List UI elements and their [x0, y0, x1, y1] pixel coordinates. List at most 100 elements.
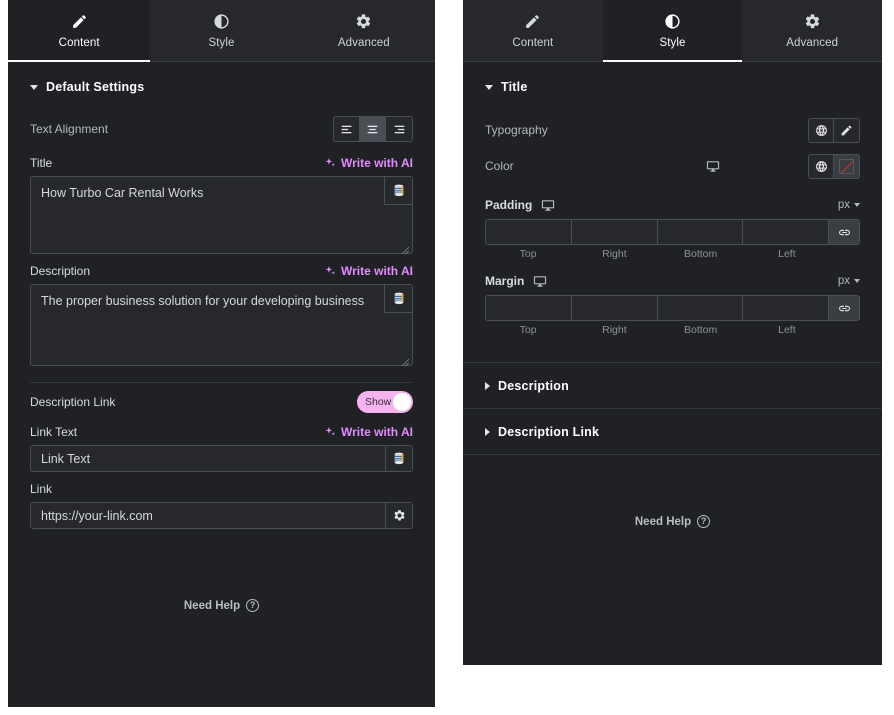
globe-icon: [815, 124, 827, 136]
section-description-link[interactable]: Description Link: [463, 409, 882, 455]
description-ai-label: Write with AI: [341, 264, 413, 278]
margin-bottom-input[interactable]: [657, 296, 743, 320]
link-text-write-with-ai-button[interactable]: Write with AI: [324, 425, 413, 439]
tab-style[interactable]: Style: [150, 0, 293, 61]
description-textarea[interactable]: [31, 285, 412, 365]
link-text-label-row: Link Text Write with AI: [30, 425, 413, 439]
margin-top-input[interactable]: [486, 296, 571, 320]
section-description-title: Description: [498, 378, 569, 393]
padding-link-values-button[interactable]: [829, 220, 859, 244]
padding-inputs: [485, 219, 860, 245]
color-swatch-button[interactable]: [834, 154, 859, 178]
text-alignment-buttons: [333, 116, 413, 142]
description-dynamic-tags-button[interactable]: [384, 285, 412, 313]
padding-left-input[interactable]: [743, 220, 828, 244]
link-text-ai-label: Write with AI: [341, 425, 413, 439]
right-panel-tabs: Content Style Advanced: [463, 0, 883, 62]
title-label: Title: [30, 156, 53, 170]
section-description[interactable]: Description: [463, 363, 882, 409]
typography-globe-button[interactable]: [809, 118, 834, 142]
margin-side-right: Right: [602, 324, 627, 336]
padding-label: Padding: [485, 198, 533, 212]
margin-legend: Top Right Bottom Left: [485, 324, 860, 336]
description-link-row: Description Link Show: [30, 383, 413, 421]
description-label-row: Description Write with AI: [30, 264, 413, 278]
description-link-label: Description Link: [30, 395, 116, 409]
margin-left-input[interactable]: [743, 296, 828, 320]
section-default-settings[interactable]: Default Settings: [8, 62, 435, 112]
pencil-icon: [71, 13, 88, 30]
margin-right-cell: [571, 296, 658, 320]
link-input[interactable]: [31, 503, 385, 528]
tab-content[interactable]: Content: [8, 0, 151, 62]
title-dynamic-tags-button[interactable]: [384, 177, 412, 205]
title-label-row: Title Write with AI: [30, 156, 413, 170]
margin-right-input[interactable]: [571, 296, 657, 320]
margin-inputs: [485, 295, 860, 321]
text-alignment-row: Text Alignment: [30, 112, 413, 146]
typography-edit-button[interactable]: [834, 118, 859, 142]
padding-top-input[interactable]: [486, 220, 571, 244]
section-description-link-title: Description Link: [498, 424, 600, 439]
padding-bottom-input[interactable]: [657, 220, 743, 244]
monitor-icon[interactable]: [541, 199, 555, 212]
typography-controls: [808, 117, 860, 143]
link-text-label: Link Text: [30, 425, 78, 439]
typography-row: Typography: [485, 112, 860, 148]
link-text-dynamic-tags-button[interactable]: [385, 446, 412, 471]
align-center-button[interactable]: [360, 117, 386, 141]
link-text-input[interactable]: [31, 446, 385, 471]
section-title[interactable]: Title: [463, 62, 882, 112]
tab-advanced[interactable]: Advanced: [292, 0, 435, 61]
align-right-button[interactable]: [386, 117, 412, 141]
need-help-left[interactable]: Need Help ?: [30, 599, 413, 612]
padding-bottom-cell: [657, 220, 744, 244]
align-left-button[interactable]: [334, 117, 360, 141]
chevron-down-icon: [485, 84, 493, 90]
gear-icon: [804, 13, 821, 30]
description-write-with-ai-button[interactable]: Write with AI: [324, 264, 413, 278]
margin-side-top: Top: [519, 324, 537, 336]
need-help-right[interactable]: Need Help ?: [463, 515, 882, 528]
legend-spacer: [830, 324, 860, 336]
title-textarea-wrapper: [30, 176, 413, 255]
legend-spacer: [830, 248, 860, 260]
margin-bottom-cell: [657, 296, 744, 320]
database-icon: [394, 292, 403, 305]
padding-right-cell: [571, 220, 658, 244]
padding-unit-select[interactable]: px: [838, 199, 860, 211]
link-label-row: Link: [30, 482, 413, 496]
tab-content-right-label: Content: [512, 36, 554, 49]
link-text-input-wrapper: [30, 445, 413, 472]
sparkle-icon: [325, 265, 336, 275]
title-textarea[interactable]: [31, 177, 412, 253]
padding-right-input[interactable]: [571, 220, 657, 244]
description-link-toggle[interactable]: Show: [357, 391, 413, 413]
color-controls: [808, 153, 860, 179]
padding-unit-value: px: [837, 199, 850, 211]
margin-side-left: Left: [778, 324, 796, 336]
color-globe-button[interactable]: [809, 154, 834, 178]
tab-content-right[interactable]: Content: [463, 0, 603, 61]
content-settings-panel: Content Style Advanced Default Settings: [8, 0, 435, 707]
description-link-toggle-state: Show: [365, 396, 392, 408]
margin-header: Margin px: [485, 274, 860, 288]
monitor-icon[interactable]: [706, 160, 720, 173]
tab-advanced-right[interactable]: Advanced: [742, 0, 883, 61]
database-icon: [394, 184, 403, 197]
link-options-button[interactable]: [385, 503, 412, 528]
padding-side-left: Left: [778, 248, 796, 260]
margin-left-cell: [743, 296, 829, 320]
margin-link-values-button[interactable]: [829, 296, 859, 320]
typography-label: Typography: [485, 123, 548, 137]
margin-top-cell: [486, 296, 572, 320]
tab-style-right[interactable]: Style: [602, 0, 743, 62]
chevron-right-icon: [485, 381, 490, 390]
contrast-icon: [213, 13, 230, 30]
margin-unit-select[interactable]: px: [838, 275, 860, 287]
monitor-icon[interactable]: [533, 275, 547, 288]
title-ai-label: Write with AI: [341, 156, 413, 170]
title-write-with-ai-button[interactable]: Write with AI: [324, 156, 413, 170]
padding-side-bottom: Bottom: [683, 248, 718, 260]
